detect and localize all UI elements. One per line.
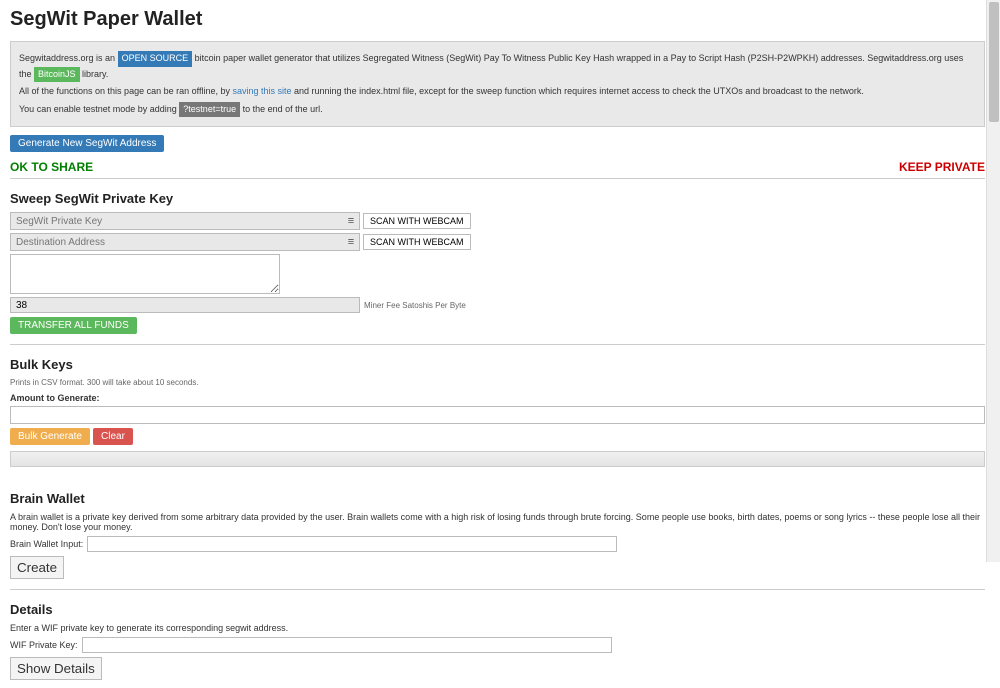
testnet-badge: ?testnet=true	[179, 102, 240, 118]
brain-heading: Brain Wallet	[10, 491, 985, 506]
sweep-privkey-input[interactable]	[11, 216, 343, 227]
open-source-badge: OPEN SOURCE	[118, 51, 193, 67]
bulk-heading: Bulk Keys	[10, 357, 985, 372]
wif-privkey-input[interactable]	[82, 637, 612, 653]
show-details-button[interactable]: Show Details	[10, 657, 102, 680]
clear-button[interactable]: Clear	[93, 428, 133, 445]
menu-icon[interactable]: ≡	[343, 236, 359, 248]
brain-desc: A brain wallet is a private key derived …	[10, 512, 985, 532]
amount-generate-input[interactable]	[10, 406, 985, 424]
details-heading: Details	[10, 602, 985, 617]
bitcoinjs-badge: BitcoinJS	[34, 67, 80, 83]
bulk-generate-button[interactable]: Bulk Generate	[10, 428, 90, 445]
info-line-3: You can enable testnet mode by adding ?t…	[19, 102, 976, 118]
info-line-2: All of the functions on this page can be…	[19, 85, 976, 99]
sweep-dest-input[interactable]	[11, 237, 343, 248]
amount-generate-label: Amount to Generate:	[10, 393, 985, 403]
scrollbar-track[interactable]	[986, 0, 1000, 562]
details-desc: Enter a WIF private key to generate its …	[10, 623, 985, 633]
scan-webcam-button-1[interactable]: SCAN WITH WEBCAM	[363, 213, 471, 229]
sweep-heading: Sweep SegWit Private Key	[10, 191, 985, 206]
divider	[10, 344, 985, 345]
wif-input-label: WIF Private Key:	[10, 640, 78, 650]
menu-icon[interactable]: ≡	[343, 215, 359, 227]
brain-input-label: Brain Wallet Input:	[10, 539, 83, 549]
brain-create-button[interactable]: Create	[10, 556, 64, 579]
bulk-output-bar	[10, 451, 985, 467]
bulk-note: Prints in CSV format. 300 will take abou…	[10, 378, 985, 387]
divider	[10, 178, 985, 179]
page-title: SegWit Paper Wallet	[10, 8, 985, 31]
miner-fee-label: Miner Fee Satoshis Per Byte	[364, 301, 466, 310]
miner-fee-input[interactable]	[10, 297, 360, 313]
scrollbar-thumb[interactable]	[989, 2, 999, 122]
info-box: Segwitaddress.org is an OPEN SOURCE bitc…	[10, 41, 985, 127]
divider	[10, 589, 985, 590]
saving-site-link[interactable]: saving this site	[232, 86, 291, 96]
brain-wallet-input[interactable]	[87, 536, 617, 552]
info-line-1: Segwitaddress.org is an OPEN SOURCE bitc…	[19, 51, 976, 82]
scan-webcam-button-2[interactable]: SCAN WITH WEBCAM	[363, 234, 471, 250]
sweep-textarea[interactable]	[10, 254, 280, 294]
ok-to-share-label: OK TO SHARE	[10, 160, 93, 174]
keep-private-label: KEEP PRIVATE	[899, 160, 985, 174]
generate-address-button[interactable]: Generate New SegWit Address	[10, 135, 164, 152]
transfer-funds-button[interactable]: TRANSFER ALL FUNDS	[10, 317, 137, 334]
